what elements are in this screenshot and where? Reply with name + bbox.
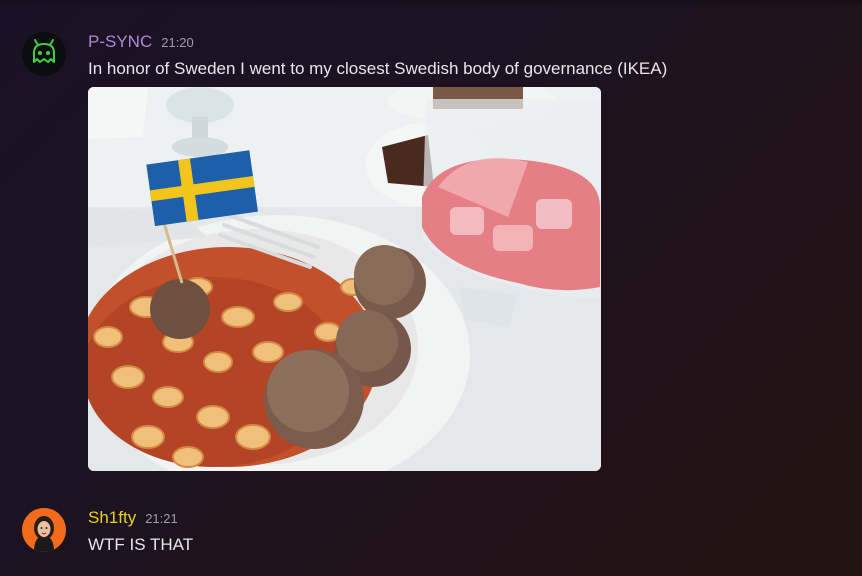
alien-ghost-icon: [22, 32, 66, 76]
avatar[interactable]: [22, 508, 66, 552]
message-text: In honor of Sweden I went to my closest …: [88, 59, 668, 78]
person-portrait: [22, 508, 66, 552]
image-attachment[interactable]: [88, 87, 601, 471]
username[interactable]: Sh1fty: [88, 508, 136, 528]
timestamp[interactable]: 21:21: [145, 511, 178, 526]
message-header: P-SYNC 21:20: [88, 32, 194, 54]
avatar[interactable]: [22, 32, 66, 76]
message-text: WTF IS THAT: [88, 535, 194, 554]
scroll-fade: [0, 0, 862, 8]
username[interactable]: P-SYNC: [88, 32, 152, 52]
timestamp[interactable]: 21:20: [161, 35, 194, 50]
message: Sh1fty 21:21 WTF IS THAT: [0, 504, 862, 564]
message: P-SYNC 21:20 In honor of Sweden I went t…: [0, 28, 862, 478]
message-header: Sh1fty 21:21: [88, 508, 178, 530]
